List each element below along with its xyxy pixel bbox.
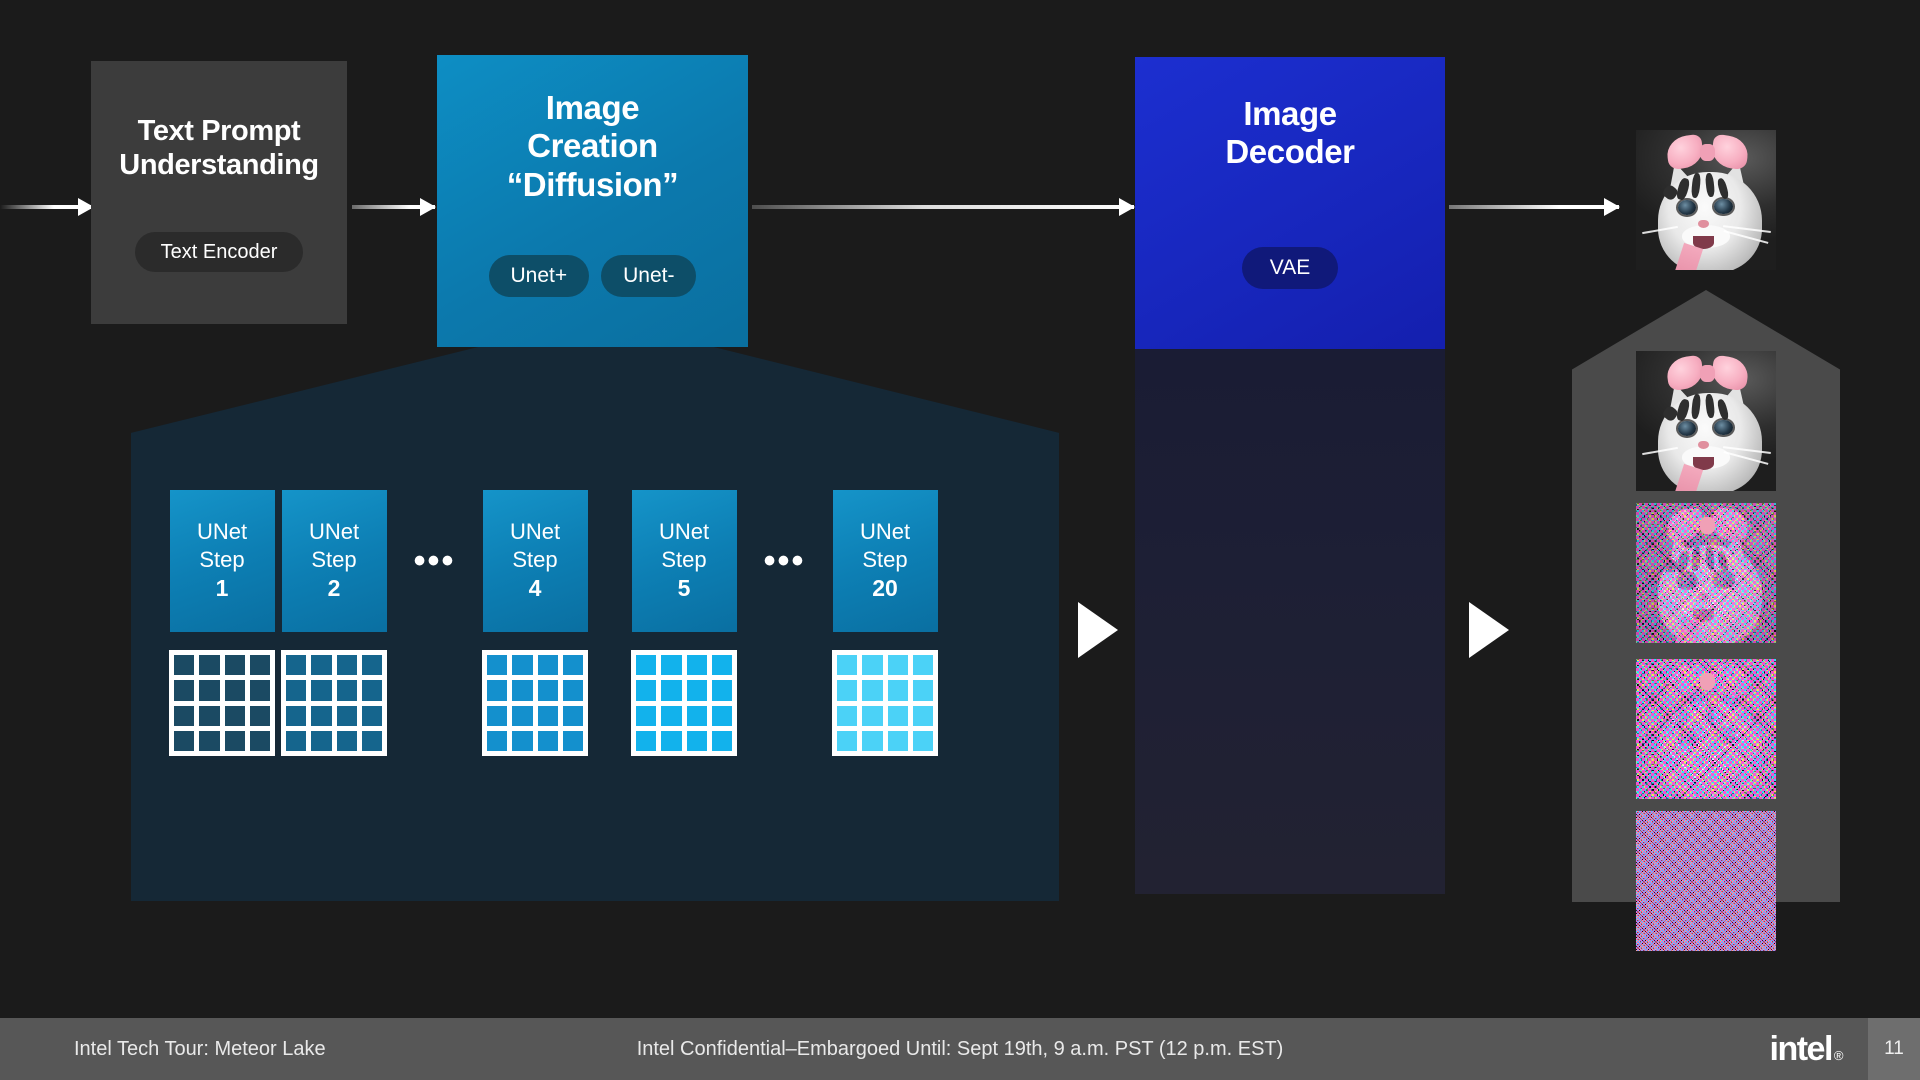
denoise-thumbnail-2: [1636, 503, 1776, 643]
denoise-thumbnail-1: [1636, 351, 1776, 491]
intel-logo-text: intel: [1769, 1029, 1834, 1068]
footer-bar: Intel Tech Tour: Meteor Lake Intel Confi…: [0, 1018, 1920, 1080]
unet-step-20[interactable]: UNet Step 20: [832, 490, 938, 756]
latent-grid: [169, 650, 275, 756]
play-triangle-diffusion[interactable]: [1078, 602, 1118, 658]
footer-confidentiality-notice: Intel Confidential–Embargoed Until: Sept…: [636, 1037, 1284, 1060]
registered-mark-icon: ®: [1833, 1047, 1844, 1063]
unet-step-box: UNet Step 1: [169, 490, 275, 632]
unet-step-1[interactable]: UNet Step 1: [169, 490, 275, 756]
unet-step-4[interactable]: UNet Step 4: [482, 490, 588, 756]
page-number: 11: [1868, 1018, 1920, 1080]
play-triangle-decoder[interactable]: [1469, 602, 1509, 658]
stage-pill-row: VAE: [1241, 247, 1339, 289]
pill-unet-positive[interactable]: Unet+: [488, 255, 590, 297]
diffusion-detail-panel: UNet Step 1 UNet Step 2 ••• UNet Step 4 …: [131, 347, 1059, 901]
arrow-input: [0, 198, 94, 216]
unet-step-box: UNet Step 2: [281, 490, 387, 632]
stage-title: Image Decoder: [1225, 95, 1355, 171]
slide-canvas: Text Prompt Understanding Text Encoder I…: [0, 0, 1920, 1080]
arrow-head: [420, 198, 436, 216]
final-output-image: [1636, 130, 1776, 270]
stage-title: Image Creation “Diffusion”: [506, 89, 679, 203]
unet-step-box: UNet Step 5: [631, 490, 737, 632]
kitten-artwork: [1636, 503, 1776, 643]
ellipsis-separator-2: •••: [763, 542, 806, 580]
denoise-thumbnail-3: [1636, 659, 1776, 799]
denoise-thumbnail-4: [1636, 811, 1776, 951]
kitten-artwork: [1636, 811, 1776, 951]
decoder-tail-column: [1135, 349, 1445, 894]
arrow-head: [1604, 198, 1620, 216]
unet-step-sequence: UNet Step 1 UNet Step 2 ••• UNet Step 4 …: [169, 490, 938, 756]
stage-image-decoder[interactable]: Image Decoder VAE: [1135, 57, 1445, 349]
arrow-shaft: [1449, 205, 1619, 209]
unet-step-2[interactable]: UNet Step 2: [281, 490, 387, 756]
latent-grid: [281, 650, 387, 756]
stage-title: Text Prompt Understanding: [119, 115, 319, 181]
pill-unet-negative[interactable]: Unet-: [601, 255, 697, 297]
unet-step-box: UNet Step 4: [482, 490, 588, 632]
kitten-artwork: [1636, 130, 1776, 270]
arrow-text-to-diffusion: [352, 198, 436, 216]
arrow-diffusion-to-decoder: [752, 198, 1135, 216]
unet-step-5[interactable]: UNet Step 5: [631, 490, 737, 756]
arrow-decoder-to-output: [1449, 198, 1620, 216]
stage-text-prompt-understanding[interactable]: Text Prompt Understanding Text Encoder: [91, 61, 347, 324]
latent-grid: [832, 650, 938, 756]
unet-step-box: UNet Step 20: [832, 490, 938, 632]
intel-logo: intel ®: [1769, 1029, 1844, 1069]
stage-pill-row: Unet+ Unet-: [488, 255, 697, 297]
stage-image-creation-diffusion[interactable]: Image Creation “Diffusion” Unet+ Unet-: [437, 55, 748, 347]
ellipsis-separator-1: •••: [413, 542, 456, 580]
pill-text-encoder[interactable]: Text Encoder: [134, 232, 304, 272]
kitten-artwork: [1636, 351, 1776, 491]
pill-vae[interactable]: VAE: [1241, 247, 1339, 289]
footer-left-text: Intel Tech Tour: Meteor Lake: [74, 1037, 326, 1060]
arrow-shaft: [752, 205, 1134, 209]
kitten-artwork: [1636, 659, 1776, 799]
arrow-head: [1119, 198, 1135, 216]
latent-grid: [482, 650, 588, 756]
stage-pill-row: Text Encoder: [134, 232, 304, 272]
latent-grid: [631, 650, 737, 756]
